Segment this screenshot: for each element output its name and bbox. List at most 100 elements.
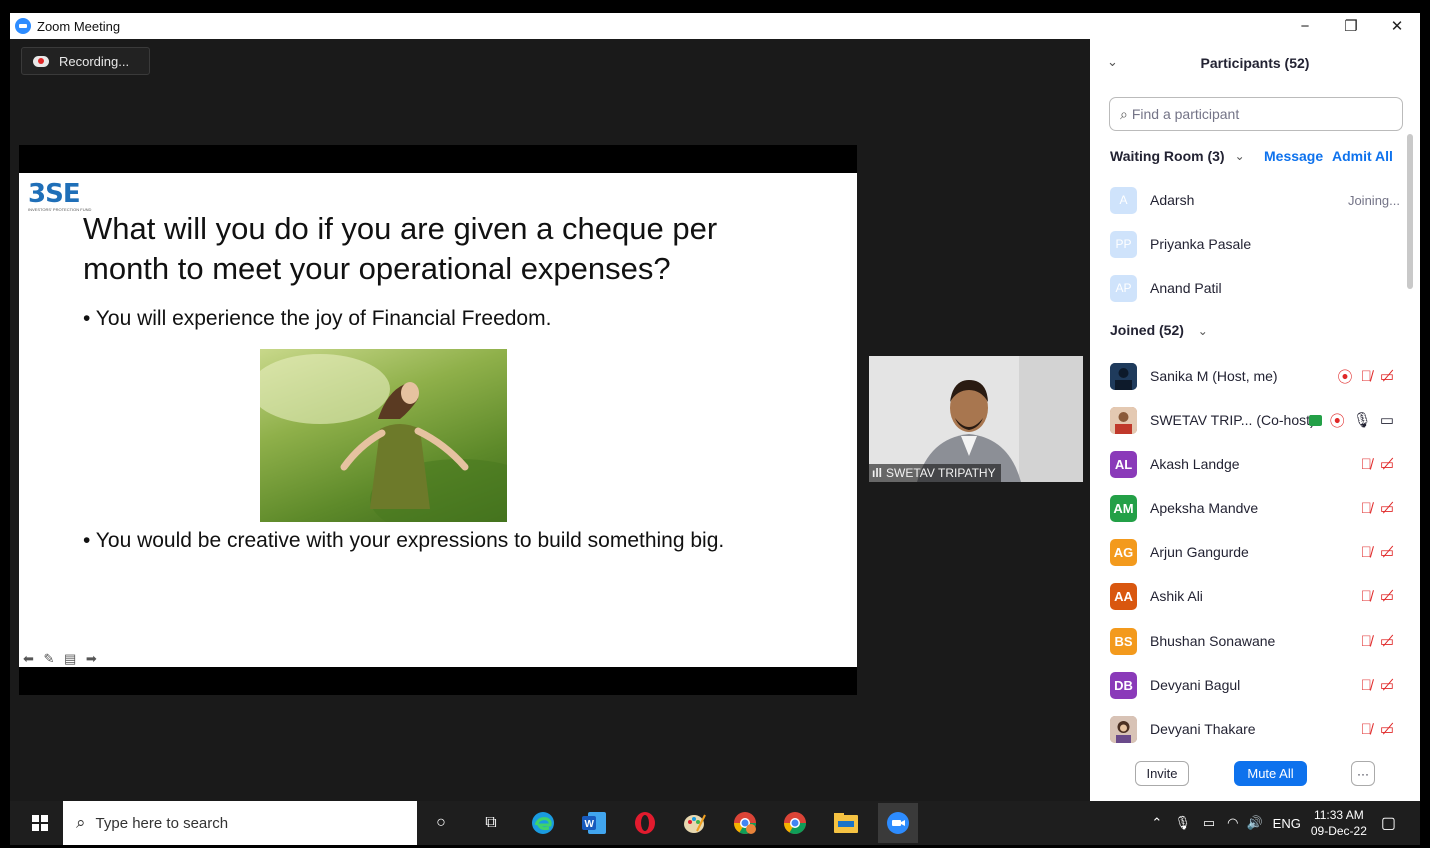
microphone-icon[interactable]: 🎙 [1174,815,1191,831]
video-icon[interactable]: ▭ [1380,411,1394,429]
avatar: DB [1110,671,1137,699]
word-icon[interactable]: W [581,810,607,836]
recording-icon: ⦿ [1329,412,1345,430]
joined-header[interactable]: Joined (52) ⌄ [1110,322,1208,338]
video-off-icon[interactable]: ▭̸ [1380,676,1394,694]
muted-mic-icon[interactable]: 🎙̸ [1361,721,1372,738]
waiting-participant[interactable]: AP Anand Patil [1110,273,1400,303]
participant-row[interactable]: AL Akash Landge 🎙̸ ▭̸ [1110,449,1400,479]
file-explorer-icon[interactable] [833,810,859,836]
chrome-icon[interactable] [782,810,808,836]
participant-name: SWETAV TRIP... (Co-host) [1150,412,1315,428]
mute-all-button[interactable]: Mute All [1234,761,1307,786]
muted-mic-icon[interactable]: 🎙̸ [1361,368,1372,385]
battery-icon[interactable]: ▭ [1203,815,1215,831]
slide-title: What will you do if you are given a cheq… [83,209,783,289]
opera-icon[interactable] [632,810,658,836]
video-off-icon[interactable]: ▭̸ [1380,499,1394,517]
chevron-down-icon: ⌄ [1197,324,1208,338]
network-icon[interactable]: ◠ [1227,815,1238,831]
message-waiting-room-button[interactable]: Message [1264,148,1323,164]
profile-photo-icon [1110,715,1137,743]
participant-video-tile[interactable]: ıll SWETAV TRIPATHY [869,356,1083,482]
participant-row[interactable]: DB Devyani Bagul 🎙̸ ▭̸ [1110,670,1400,700]
muted-mic-icon[interactable]: 🎙̸ [1361,588,1372,605]
admit-all-button[interactable]: Admit All [1332,148,1393,164]
restore-button[interactable]: ❐ [1328,13,1374,39]
participant-controls: 🎙̸ ▭̸ [1361,455,1394,474]
slide-title-line1: What will you do if you are given a cheq… [83,211,718,246]
find-participant-placeholder: Find a participant [1131,106,1240,122]
system-tray: ⌃ 🎙 ▭ ◠ 🔊 ENG 11:33 AM 09-Dec-22 ▢ [1151,801,1420,845]
show-hidden-icons-icon[interactable]: ⌃ [1151,815,1162,831]
participant-controls: ⦿ 🎙̸ ▭̸ [1338,366,1394,387]
paint-icon[interactable] [682,810,708,836]
taskbar-search-input[interactable]: ⌕ Type here to search [63,801,417,845]
chrome-profile-icon[interactable] [732,810,758,836]
more-options-button[interactable]: ··· [1351,761,1375,786]
woman-in-field-image [260,354,507,522]
participant-name: Arjun Gangurde [1150,544,1249,560]
waiting-participant[interactable]: A Adarsh Joining... [1110,185,1400,215]
video-off-icon[interactable]: ▭̸ [1380,632,1394,650]
participants-footer: Invite Mute All ··· [1090,753,1420,795]
avatar: PP [1110,230,1137,258]
video-off-icon[interactable]: ▭̸ [1380,543,1394,561]
video-off-icon[interactable]: ▭̸ [1380,587,1394,605]
profile-photo-icon [1110,406,1137,434]
windows-start-icon[interactable] [32,815,48,831]
participant-row[interactable]: AG Arjun Gangurde 🎙̸ ▭̸ [1110,537,1400,567]
chevron-down-icon[interactable]: ⌄ [1235,149,1245,163]
clock[interactable]: 11:33 AM 09-Dec-22 [1311,807,1367,839]
task-view-icon[interactable]: ⧉ [478,810,504,836]
find-participant-input[interactable]: ⌕ Find a participant [1109,97,1403,131]
invite-button[interactable]: Invite [1135,761,1189,786]
recording-label: Recording... [59,53,130,69]
avatar [1110,715,1137,743]
recording-indicator[interactable]: Recording... [21,47,150,75]
muted-mic-icon[interactable]: 🎙̸ [1361,544,1372,561]
video-participant-name: SWETAV TRIPATHY [886,466,996,480]
waiting-room-label[interactable]: Waiting Room (3) [1110,148,1225,164]
notifications-icon[interactable]: ▢ [1381,813,1396,833]
participants-scrollbar[interactable] [1407,134,1413,289]
screen-share-view: 3SE INVESTORS' PROTECTION FUND What will… [19,145,857,695]
waiting-participant[interactable]: PP Priyanka Pasale [1110,229,1400,259]
video-off-icon[interactable]: ▭̸ [1380,720,1394,738]
participant-row[interactable]: BS Bhushan Sonawane 🎙̸ ▭̸ [1110,626,1400,656]
participant-name: Devyani Bagul [1150,677,1241,693]
participant-row[interactable]: AM Apeksha Mandve 🎙̸ ▭̸ [1110,493,1400,523]
participant-row[interactable]: Sanika M (Host, me) ⦿ 🎙̸ ▭̸ [1110,361,1400,391]
muted-mic-icon[interactable]: 🎙̸ [1361,677,1372,694]
video-off-icon[interactable]: ▭̸ [1380,367,1394,385]
video-off-icon[interactable]: ▭̸ [1380,455,1394,473]
slide-bullet-1: • You will experience the joy of Financi… [83,307,552,330]
mic-icon[interactable]: 🎙 [1353,411,1372,429]
muted-mic-icon[interactable]: 🎙̸ [1361,456,1372,473]
zoom-taskbar-icon[interactable] [878,803,918,843]
participant-controls: 🎙̸ ▭̸ [1361,720,1394,739]
slide-bullet-2: • You would be creative with your expres… [83,529,725,552]
bse-logo-tagline: INVESTORS' PROTECTION FUND [28,207,92,212]
participant-row[interactable]: Devyani Thakare 🎙̸ ▭̸ [1110,714,1400,744]
minimize-button[interactable]: − [1282,13,1328,39]
muted-mic-icon[interactable]: 🎙̸ [1361,633,1372,650]
close-button[interactable]: ✕ [1374,13,1420,39]
avatar: AA [1110,582,1137,610]
slide-navigation-controls[interactable]: ⬅ ✎ ▤ ➡ [23,651,100,667]
volume-icon[interactable]: 🔊 [1246,815,1262,831]
participant-row[interactable]: AA Ashik Ali 🎙̸ ▭̸ [1110,581,1400,611]
muted-mic-icon[interactable]: 🎙̸ [1361,500,1372,517]
participant-controls: 🎙̸ ▭̸ [1361,632,1394,651]
windows-taskbar: ⌕ Type here to search ○ ⧉ W ⌃ 🎙 ▭ ◠ 🔊 EN… [10,801,1420,845]
participant-row[interactable]: SWETAV TRIP... (Co-host) ⦿ 🎙 ▭ [1110,405,1400,435]
language-indicator[interactable]: ENG [1273,816,1301,831]
participants-panel: ⌄ Participants (52) ⌕ Find a participant… [1090,39,1420,801]
avatar: BS [1110,627,1137,655]
avatar: AL [1110,450,1137,478]
clock-date: 09-Dec-22 [1310,824,1367,838]
recording-icon: ⦿ [1337,368,1353,386]
cortana-icon[interactable]: ○ [428,810,454,836]
participant-name: Ashik Ali [1150,588,1203,604]
edge-browser-icon[interactable] [530,810,556,836]
